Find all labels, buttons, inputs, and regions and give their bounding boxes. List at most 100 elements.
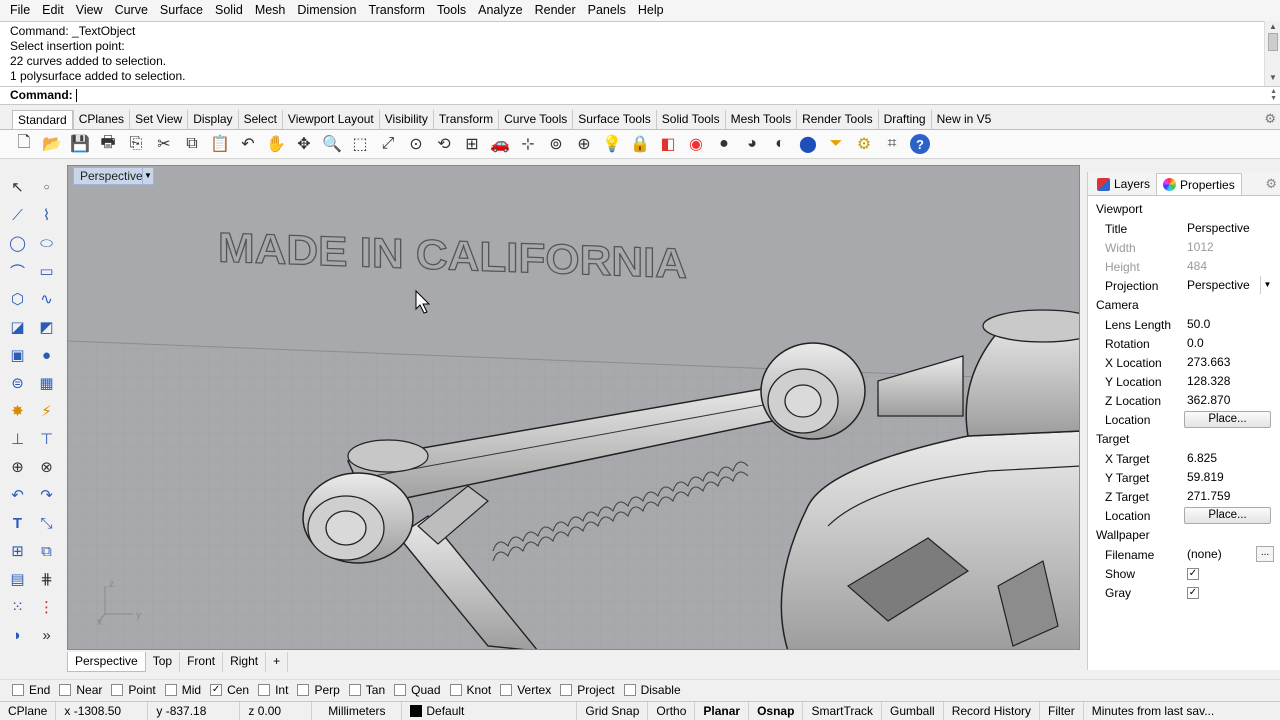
ghosted-icon[interactable]: ◐	[766, 132, 794, 156]
polygon-icon[interactable]: ⬡	[3, 285, 32, 313]
command-spin-icon[interactable]: ▲ ▼	[1270, 88, 1277, 102]
property-value[interactable]: Place...	[1184, 506, 1280, 525]
split-icon[interactable]: ⊥	[3, 425, 32, 453]
property-value[interactable]: Perspective	[1184, 219, 1280, 238]
osnap-checkbox[interactable]	[12, 684, 24, 696]
property-value[interactable]: 271.759	[1184, 487, 1280, 506]
text-icon[interactable]: T	[3, 509, 32, 537]
menu-file[interactable]: File	[4, 0, 36, 21]
command-history-scrollbar[interactable]: ▲ ▼	[1264, 21, 1280, 86]
scroll-up-icon[interactable]: ▲	[1269, 22, 1277, 31]
toolbar-tab-surface-tools[interactable]: Surface Tools	[572, 110, 656, 129]
surface-icon[interactable]: ◪	[3, 313, 32, 341]
more-tools-icon[interactable]: »	[32, 621, 61, 649]
osnap-checkbox[interactable]	[560, 684, 573, 696]
zoom-selected-icon[interactable]: ⊙	[402, 132, 430, 156]
scroll-down-icon[interactable]: ▼	[1269, 73, 1277, 82]
status-toggle-filter[interactable]: Filter	[1040, 701, 1084, 720]
toolbar-gear-icon[interactable]: ⚙	[1264, 111, 1276, 127]
toolbar-tab-cplanes[interactable]: CPlanes	[72, 110, 129, 129]
osnap-disable[interactable]: Disable	[623, 683, 681, 697]
filter-icon[interactable]: ⏷	[822, 132, 850, 156]
patch-icon[interactable]: ▦	[32, 369, 61, 397]
toolbar-tab-solid-tools[interactable]: Solid Tools	[655, 110, 725, 129]
menu-render[interactable]: Render	[529, 0, 582, 21]
toolbar-tab-mesh-tools[interactable]: Mesh Tools	[724, 110, 796, 129]
checkbox-show[interactable]: ✓	[1187, 567, 1199, 580]
property-value[interactable]: Perspective ▼	[1184, 276, 1280, 295]
menu-mesh[interactable]: Mesh	[249, 0, 292, 21]
dimension-icon[interactable]: ⤡	[32, 509, 61, 537]
mirror-icon[interactable]: ⧉	[32, 537, 61, 565]
toolbar-tab-visibility[interactable]: Visibility	[378, 110, 433, 129]
property-value[interactable]: 362.870	[1184, 391, 1280, 410]
boolean-union-icon[interactable]: ⊕	[3, 453, 32, 481]
place-button[interactable]: Place...	[1184, 411, 1271, 428]
menu-view[interactable]: View	[70, 0, 109, 21]
add-viewport-tab-icon[interactable]: +	[266, 652, 289, 672]
open-icon[interactable]: 📂	[38, 132, 66, 156]
fillet-icon[interactable]: ↶	[3, 481, 32, 509]
property-value[interactable]: 0.0	[1184, 334, 1280, 353]
four-viewports-icon[interactable]: ⊞	[458, 132, 486, 156]
toolbar-tab-curve-tools[interactable]: Curve Tools	[498, 110, 572, 129]
menu-surface[interactable]: Surface	[154, 0, 209, 21]
osnap-checkbox[interactable]	[59, 684, 72, 696]
tab-properties[interactable]: Properties	[1156, 173, 1242, 195]
viewport-tab-perspective[interactable]: Perspective	[67, 652, 146, 672]
undo-icon[interactable]: ↶	[234, 132, 262, 156]
extrude-icon[interactable]: ◩	[32, 313, 61, 341]
rotate-view-icon[interactable]: ⟲	[430, 132, 458, 156]
orient-icon[interactable]: ⋮	[32, 593, 61, 621]
osnap-checkbox[interactable]	[164, 684, 177, 696]
paste-icon[interactable]: 📋	[206, 132, 234, 156]
render-icon[interactable]: ⬤	[794, 132, 822, 156]
arc-icon[interactable]: ⌒	[3, 257, 32, 285]
point-icon[interactable]: ○	[32, 173, 61, 201]
panel-gear-icon[interactable]: ⚙	[1265, 176, 1277, 192]
osnap-checkbox[interactable]	[258, 684, 271, 696]
osnap-checkbox[interactable]	[111, 684, 124, 696]
rendered-icon[interactable]: ◕	[738, 132, 766, 156]
status-toggle-grid-snap[interactable]: Grid Snap	[577, 701, 649, 720]
osnap-checkbox[interactable]	[500, 684, 513, 696]
menu-transform[interactable]: Transform	[362, 0, 431, 21]
circle-icon[interactable]: ◯	[3, 229, 32, 257]
dropdown-arrow-icon[interactable]: ▼	[1260, 276, 1274, 294]
toolbar-tab-viewport-layout[interactable]: Viewport Layout	[281, 110, 379, 129]
property-value[interactable]: (none)...	[1184, 545, 1280, 564]
array-grid-icon[interactable]: ⁙	[3, 593, 32, 621]
osnap-tan[interactable]: Tan	[348, 683, 385, 697]
osnap-cen[interactable]: ✓ Cen	[210, 683, 249, 697]
toolbar-tab-render-tools[interactable]: Render Tools	[796, 110, 878, 129]
osnap-checkbox[interactable]	[449, 684, 462, 696]
property-value[interactable]: Place...	[1184, 410, 1280, 429]
toolbar-tab-drafting[interactable]: Drafting	[877, 110, 931, 129]
osnap-end[interactable]: End	[12, 683, 50, 697]
menu-solid[interactable]: Solid	[209, 0, 249, 21]
tab-layers[interactable]: Layers	[1091, 173, 1156, 195]
toolbar-tab-transform[interactable]: Transform	[432, 110, 498, 129]
box-icon[interactable]: ▣	[3, 341, 32, 369]
menu-help[interactable]: Help	[632, 0, 670, 21]
property-value[interactable]: 273.663	[1184, 353, 1280, 372]
toolbar-tab-select[interactable]: Select	[237, 110, 282, 129]
print-icon[interactable]: 🖶	[94, 132, 122, 156]
layer-icon[interactable]: ◧	[654, 132, 682, 156]
osnap-checkbox[interactable]: ✓	[210, 684, 223, 696]
copy-icon[interactable]: ⧉	[178, 132, 206, 156]
color-wheel-icon[interactable]: ◉	[682, 132, 710, 156]
menu-dimension[interactable]: Dimension	[291, 0, 362, 21]
menu-tools[interactable]: Tools	[431, 0, 472, 21]
property-value[interactable]: 50.0	[1184, 315, 1280, 334]
place-button[interactable]: Place...	[1184, 507, 1271, 524]
viewport-menu-icon[interactable]: ▼	[142, 167, 154, 185]
polyline-icon[interactable]: ⟋	[3, 201, 32, 229]
scroll-thumb[interactable]	[1268, 33, 1278, 51]
grid-icon[interactable]: ⋕	[32, 565, 61, 593]
ellipse-icon[interactable]: ⬭	[32, 229, 61, 257]
status-toggle-planar[interactable]: Planar	[695, 701, 750, 720]
options-icon[interactable]: ⚙	[850, 132, 878, 156]
cut-icon[interactable]: ✂	[150, 132, 178, 156]
viewport-tab-right[interactable]: Right	[223, 652, 267, 672]
